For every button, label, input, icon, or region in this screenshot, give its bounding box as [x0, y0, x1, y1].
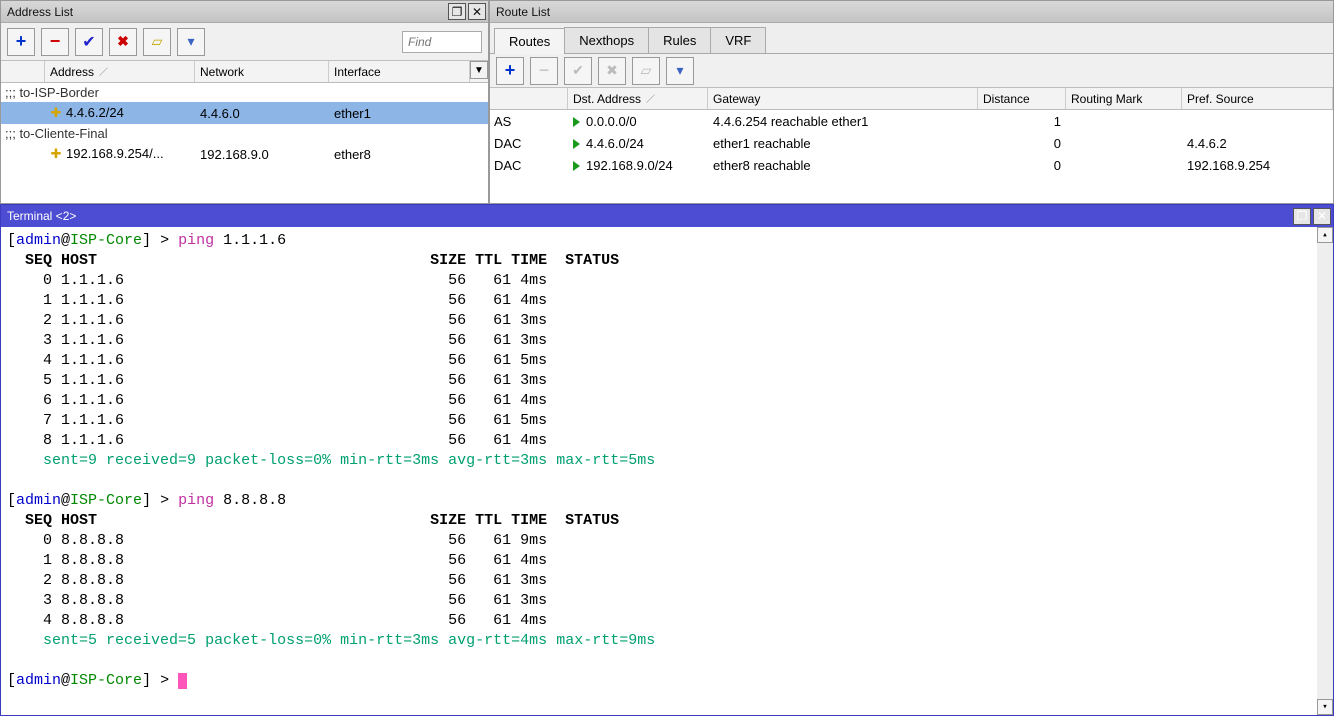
sort-indicator-icon: ／ — [99, 65, 108, 78]
gateway-column[interactable]: Gateway — [708, 88, 978, 109]
address-list-window: Address List ❐ ✕ + − ✔ ✖ ▱ ▾ Address／ Ne… — [0, 0, 489, 204]
scroll-up-icon[interactable]: ▴ — [1317, 227, 1333, 243]
distance-column[interactable]: Distance — [978, 88, 1066, 109]
close-icon[interactable]: ✕ — [468, 3, 486, 20]
flag-column[interactable] — [1, 61, 45, 82]
disable-button[interactable]: ✖ — [109, 28, 137, 56]
find-input[interactable] — [402, 31, 482, 53]
restore-icon[interactable]: ❐ — [448, 3, 466, 20]
active-route-icon — [573, 161, 580, 171]
ip-icon: ✚ — [50, 105, 62, 121]
tab-routes[interactable]: Routes — [494, 28, 565, 54]
address-list-title: Address List — [7, 5, 73, 19]
filter-button[interactable]: ▾ — [177, 28, 205, 56]
address-column[interactable]: Address／ — [45, 61, 195, 82]
active-route-icon — [573, 139, 580, 149]
address-list-titlebar[interactable]: Address List ❐ ✕ — [1, 1, 488, 23]
disable-route-button: ✖ — [598, 57, 626, 85]
terminal-scrollbar[interactable]: ▴ ▾ — [1317, 227, 1333, 715]
pref-source-column[interactable]: Pref. Source — [1182, 88, 1333, 109]
terminal-window: Terminal <2> ❐ ✕ [admin@ISP-Core] > ping… — [0, 204, 1334, 716]
enable-button[interactable]: ✔ — [75, 28, 103, 56]
columns-dropdown-icon[interactable]: ▼ — [470, 61, 488, 79]
route-row[interactable]: DAC4.4.6.0/24ether1 reachable04.4.6.2 — [490, 132, 1333, 154]
network-column[interactable]: Network — [195, 61, 329, 82]
remove-route-button: − — [530, 57, 558, 85]
address-list-toolbar: + − ✔ ✖ ▱ ▾ — [1, 23, 488, 61]
route-table-header: Dst. Address／ Gateway Distance Routing M… — [490, 88, 1333, 110]
cursor — [178, 673, 187, 689]
comment-route-button: ▱ — [632, 57, 660, 85]
sort-indicator-icon: ／ — [646, 92, 655, 105]
terminal-titlebar[interactable]: Terminal <2> ❐ ✕ — [1, 205, 1333, 227]
comment-row[interactable]: ;;; to-ISP-Border — [1, 83, 488, 102]
add-route-button[interactable]: + — [496, 57, 524, 85]
add-button[interactable]: + — [7, 28, 35, 56]
tab-nexthops[interactable]: Nexthops — [564, 27, 649, 53]
comment-button[interactable]: ▱ — [143, 28, 171, 56]
interface-column[interactable]: Interface — [329, 61, 470, 82]
ip-icon: ✚ — [50, 146, 62, 162]
remove-button[interactable]: − — [41, 28, 69, 56]
route-toolbar: + − ✔ ✖ ▱ ▾ — [490, 54, 1333, 88]
route-flag-column[interactable] — [490, 88, 568, 109]
terminal-title: Terminal <2> — [7, 209, 76, 223]
route-list-titlebar[interactable]: Route List — [490, 1, 1333, 23]
comment-row[interactable]: ;;; to-Cliente-Final — [1, 124, 488, 143]
filter-route-button[interactable]: ▾ — [666, 57, 694, 85]
active-route-icon — [573, 117, 580, 127]
address-row[interactable]: ✚4.4.6.2/244.4.6.0ether1 — [1, 102, 488, 124]
route-row[interactable]: AS0.0.0.0/04.4.6.254 reachable ether11 — [490, 110, 1333, 132]
restore-icon[interactable]: ❐ — [1293, 208, 1311, 225]
address-row[interactable]: ✚192.168.9.254/...192.168.9.0ether8 — [1, 143, 488, 165]
scroll-down-icon[interactable]: ▾ — [1317, 699, 1333, 715]
route-table-body: AS0.0.0.0/04.4.6.254 reachable ether11DA… — [490, 110, 1333, 203]
terminal-body[interactable]: [admin@ISP-Core] > ping 1.1.1.6 SEQ HOST… — [1, 227, 1333, 715]
route-tabs: RoutesNexthopsRulesVRF — [490, 23, 1333, 54]
route-row[interactable]: DAC192.168.9.0/24ether8 reachable0192.16… — [490, 154, 1333, 176]
address-table-header: Address／ Network Interface ▼ — [1, 61, 488, 83]
tab-rules[interactable]: Rules — [648, 27, 711, 53]
route-list-window: Route List RoutesNexthopsRulesVRF + − ✔ … — [489, 0, 1334, 204]
close-icon[interactable]: ✕ — [1313, 208, 1331, 225]
tab-vrf[interactable]: VRF — [710, 27, 766, 53]
dst-column[interactable]: Dst. Address／ — [568, 88, 708, 109]
routing-mark-column[interactable]: Routing Mark — [1066, 88, 1182, 109]
address-table-body: ;;; to-ISP-Border✚4.4.6.2/244.4.6.0ether… — [1, 83, 488, 203]
route-list-title: Route List — [496, 5, 550, 19]
enable-route-button: ✔ — [564, 57, 592, 85]
